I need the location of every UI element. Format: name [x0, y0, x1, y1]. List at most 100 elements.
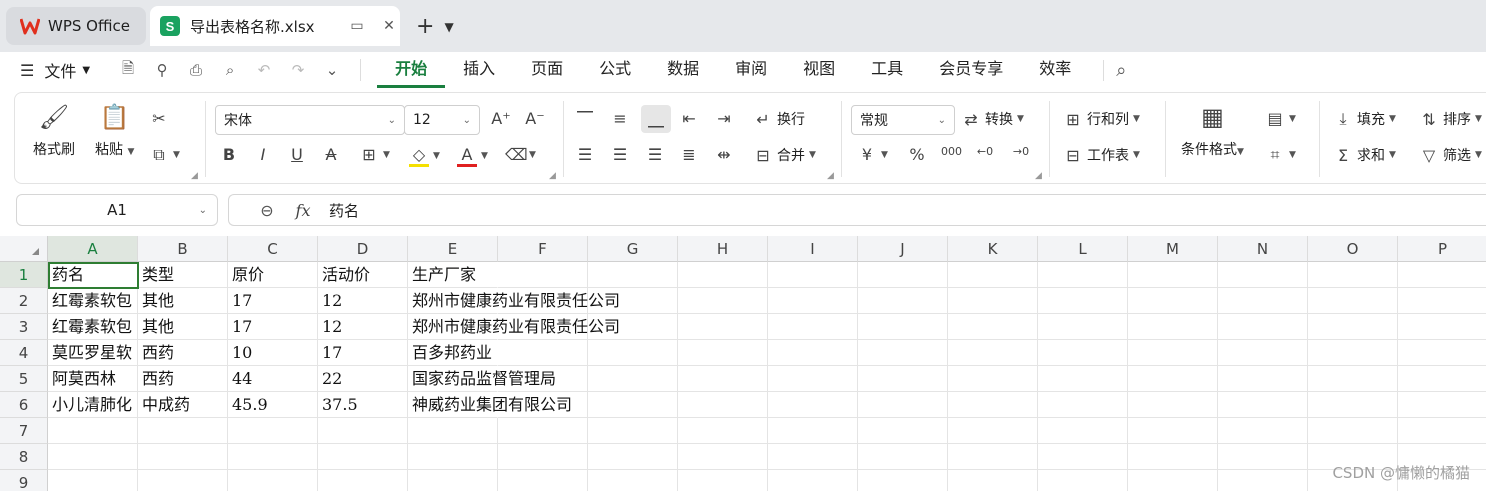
column-header-C[interactable]: C: [228, 236, 318, 262]
cut-button[interactable]: ✂: [149, 109, 169, 128]
fx-icon[interactable]: fx: [285, 201, 321, 220]
alignment-dialog-launcher[interactable]: ◢: [827, 171, 834, 181]
cell-A1[interactable]: 药名: [48, 262, 138, 288]
cell-O4[interactable]: [1308, 340, 1398, 366]
align-bottom-button[interactable]: ⎽: [641, 105, 671, 133]
cell-B8[interactable]: [138, 444, 228, 470]
cell-P5[interactable]: [1398, 366, 1486, 392]
underline-button[interactable]: U: [287, 145, 307, 164]
window-icon[interactable]: ▭: [346, 18, 368, 34]
cell-C3[interactable]: 17: [228, 314, 318, 340]
borders-button[interactable]: ⊞ ▼: [359, 145, 390, 164]
column-header-F[interactable]: F: [498, 236, 588, 262]
column-header-L[interactable]: L: [1038, 236, 1128, 262]
row-header-5[interactable]: 5: [0, 366, 48, 392]
chevron-down-icon[interactable]: ⌄: [322, 61, 342, 79]
cell-B3[interactable]: 其他: [138, 314, 228, 340]
zoom-icon[interactable]: ⊖: [249, 201, 285, 220]
cell-G7[interactable]: [588, 418, 678, 444]
cell-J6[interactable]: [858, 392, 948, 418]
cell-O3[interactable]: [1308, 314, 1398, 340]
cell-N5[interactable]: [1218, 366, 1308, 392]
cell-K6[interactable]: [948, 392, 1038, 418]
cell-C1[interactable]: 原价: [228, 262, 318, 288]
cell-M3[interactable]: [1128, 314, 1218, 340]
cell-M6[interactable]: [1128, 392, 1218, 418]
font-dialog-launcher[interactable]: ◢: [549, 171, 556, 181]
cell-L2[interactable]: [1038, 288, 1128, 314]
cell-L9[interactable]: [1038, 470, 1128, 491]
cell-M7[interactable]: [1128, 418, 1218, 444]
merge-button[interactable]: ⊟ 合并 ▼: [753, 145, 816, 165]
cell-D8[interactable]: [318, 444, 408, 470]
cell-I5[interactable]: [768, 366, 858, 392]
row-header-2[interactable]: 2: [0, 288, 48, 314]
decrease-font-button[interactable]: A⁻: [525, 109, 545, 128]
cell-N4[interactable]: [1218, 340, 1308, 366]
cell-P7[interactable]: [1398, 418, 1486, 444]
cell-P2[interactable]: [1398, 288, 1486, 314]
row-header-9[interactable]: 9: [0, 470, 48, 491]
align-middle-button[interactable]: ≡: [610, 109, 630, 128]
column-header-B[interactable]: B: [138, 236, 228, 262]
cell-H7[interactable]: [678, 418, 768, 444]
cell-L4[interactable]: [1038, 340, 1128, 366]
cell-K7[interactable]: [948, 418, 1038, 444]
column-header-J[interactable]: J: [858, 236, 948, 262]
fill-color-button[interactable]: ◇ ▼: [409, 145, 440, 167]
increase-indent-button[interactable]: ⇥: [714, 109, 734, 128]
cell-N2[interactable]: [1218, 288, 1308, 314]
cell-I9[interactable]: [768, 470, 858, 491]
undo-icon[interactable]: ↶: [254, 61, 274, 79]
wrap-text-button[interactable]: ↵ 换行: [753, 109, 805, 129]
clear-format-button[interactable]: ⌫ ▼: [505, 145, 536, 164]
tab-3[interactable]: 公式: [581, 52, 649, 88]
cell-E1[interactable]: 生产厂家: [408, 262, 498, 288]
cell-H9[interactable]: [678, 470, 768, 491]
cell-K8[interactable]: [948, 444, 1038, 470]
decrease-decimal-button[interactable]: →0: [1011, 145, 1031, 158]
cell-C4[interactable]: 10: [228, 340, 318, 366]
cell-H6[interactable]: [678, 392, 768, 418]
cell-I7[interactable]: [768, 418, 858, 444]
cell-I8[interactable]: [768, 444, 858, 470]
cell-N7[interactable]: [1218, 418, 1308, 444]
cell-J2[interactable]: [858, 288, 948, 314]
cell-N8[interactable]: [1218, 444, 1308, 470]
cell-H3[interactable]: [678, 314, 768, 340]
print-preview-icon[interactable]: ⌕: [220, 61, 240, 79]
row-header-6[interactable]: 6: [0, 392, 48, 418]
cell-J7[interactable]: [858, 418, 948, 444]
justify-button[interactable]: ≣: [679, 145, 699, 164]
cell-A4[interactable]: 莫匹罗星软: [48, 340, 138, 366]
cell-A9[interactable]: [48, 470, 138, 491]
column-header-A[interactable]: A: [48, 236, 138, 262]
cell-C8[interactable]: [228, 444, 318, 470]
cell-M5[interactable]: [1128, 366, 1218, 392]
cell-L7[interactable]: [1038, 418, 1128, 444]
cell-M9[interactable]: [1128, 470, 1218, 491]
cell-E7[interactable]: [408, 418, 498, 444]
distribute-button[interactable]: ⇹: [714, 145, 734, 164]
cell-J3[interactable]: [858, 314, 948, 340]
strikethrough-button[interactable]: A: [321, 145, 341, 164]
cell-H5[interactable]: [678, 366, 768, 392]
cell-D1[interactable]: 活动价: [318, 262, 408, 288]
cell-B6[interactable]: 中成药: [138, 392, 228, 418]
cell-A2[interactable]: 红霉素软包: [48, 288, 138, 314]
cell-D6[interactable]: 37.5: [318, 392, 408, 418]
redo-icon[interactable]: ↷: [288, 61, 308, 79]
column-header-M[interactable]: M: [1128, 236, 1218, 262]
chevron-down-icon[interactable]: ⌄: [199, 205, 207, 216]
cell-E2[interactable]: 郑州市健康药业有限责任公司: [408, 288, 620, 314]
cell-M4[interactable]: [1128, 340, 1218, 366]
cell-O5[interactable]: [1308, 366, 1398, 392]
thousands-button[interactable]: 000: [941, 145, 962, 158]
tab-6[interactable]: 视图: [785, 52, 853, 88]
number-format-select[interactable]: 常规 ⌄: [851, 105, 955, 135]
formula-input[interactable]: 药名: [329, 200, 359, 221]
cell-K1[interactable]: [948, 262, 1038, 288]
cell-border-button[interactable]: ⌗ ▼: [1265, 145, 1295, 165]
cell-N9[interactable]: [1218, 470, 1308, 491]
plus-icon[interactable]: +: [416, 14, 434, 39]
